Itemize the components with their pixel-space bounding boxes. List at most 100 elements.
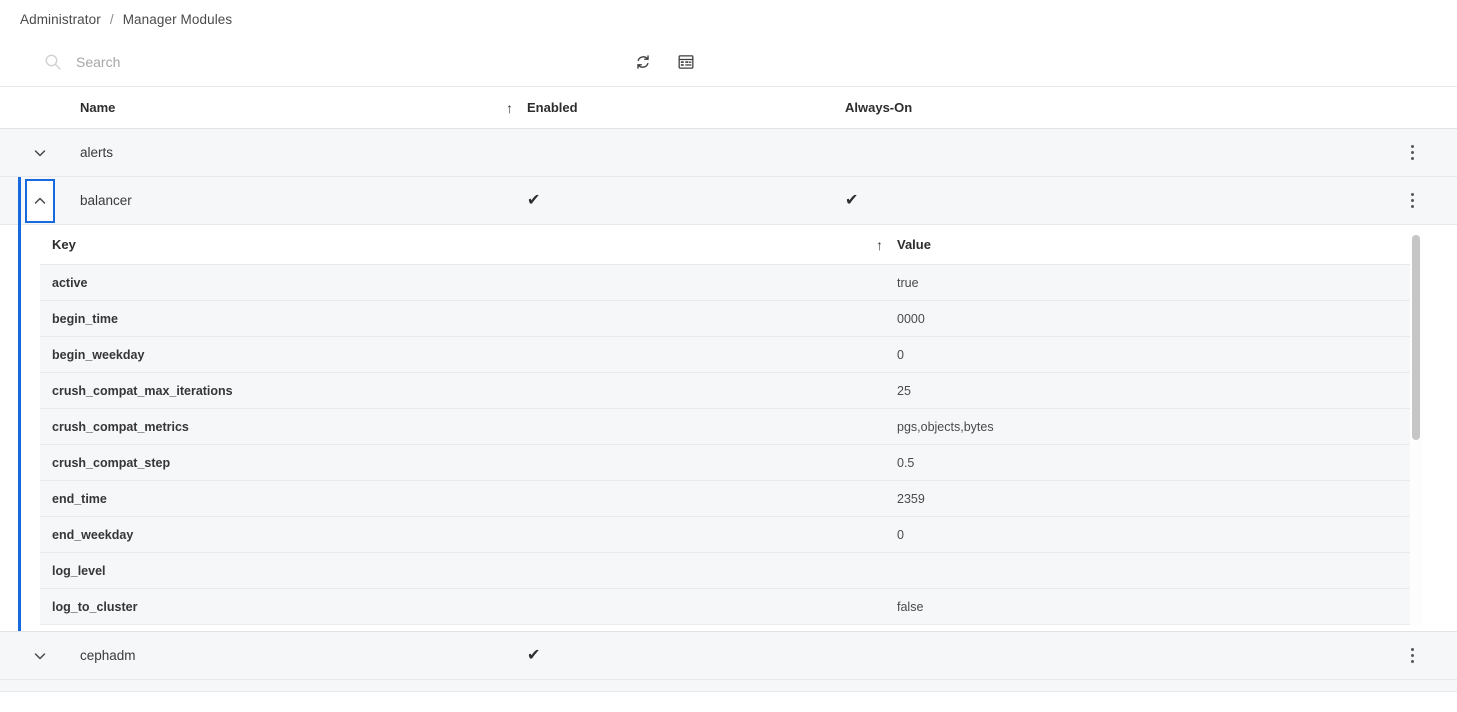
breadcrumb-current: Manager Modules <box>122 11 233 27</box>
header-name[interactable]: Name ↑ <box>80 100 527 116</box>
refresh-icon <box>634 53 652 71</box>
expanded-panel-accent-bar <box>18 225 21 631</box>
row-expander-cell <box>0 634 80 678</box>
table-row[interactable]: alerts <box>0 129 1457 177</box>
row-menu-button[interactable] <box>1399 641 1425 671</box>
refresh-button[interactable] <box>629 48 657 76</box>
details-key: log_level <box>52 563 106 578</box>
details-row[interactable]: log_to_cluster false <box>40 589 1420 625</box>
details-key: active <box>52 275 88 290</box>
row-always-on-cell: ✔ <box>845 191 1265 209</box>
row-actions-cell <box>1265 641 1457 671</box>
details-row[interactable]: begin_time 0000 <box>40 301 1420 337</box>
kebab-dot <box>1410 660 1414 663</box>
details-header-key[interactable]: Key ↑ <box>40 237 897 253</box>
enabled-check-icon: ✔ <box>527 646 541 664</box>
details-body: active true begin_time 0000 begin_weekda… <box>40 265 1420 625</box>
details-header-row: Key ↑ Value <box>40 225 1422 265</box>
breadcrumb-separator: / <box>109 11 114 27</box>
row-actions-cell <box>1265 138 1457 168</box>
details-scroll-area[interactable]: active true begin_time 0000 begin_weekda… <box>40 265 1422 631</box>
expand-row-button[interactable] <box>25 634 55 678</box>
expand-row-button[interactable] <box>25 131 55 175</box>
kebab-dot <box>1410 205 1414 208</box>
enabled-check-icon: ✔ <box>527 191 541 209</box>
collapse-row-button[interactable] <box>25 178 55 223</box>
search-box[interactable] <box>44 45 564 79</box>
kebab-dot <box>1410 151 1414 154</box>
table-header-row: Name ↑ Enabled Always-On <box>0 87 1457 129</box>
details-row[interactable]: crush_compat_step 0.5 <box>40 445 1420 481</box>
header-always-on[interactable]: Always-On <box>845 100 1265 115</box>
table-row[interactable]: cephadm ✔ <box>0 632 1457 680</box>
always-on-check-icon: ✔ <box>845 191 859 209</box>
details-value: false <box>897 599 924 614</box>
module-details-panel: Key ↑ Value active true begin_time 0000 <box>0 225 1457 632</box>
chevron-up-icon <box>33 194 47 208</box>
sort-ascending-icon[interactable]: ↑ <box>506 100 513 116</box>
details-row[interactable]: end_time 2359 <box>40 481 1420 517</box>
details-table: Key ↑ Value active true begin_time 0000 <box>40 225 1422 631</box>
manager-modules-table: Name ↑ Enabled Always-On alerts balancer… <box>0 86 1457 692</box>
row-expander-cell <box>0 131 80 175</box>
search-icon <box>44 53 62 71</box>
details-value: 0000 <box>897 311 925 326</box>
details-header-value[interactable]: Value <box>897 237 1422 252</box>
details-value: true <box>897 275 919 290</box>
table-row[interactable]: balancer ✔ ✔ <box>0 177 1457 225</box>
details-row[interactable]: crush_compat_max_iterations 25 <box>40 373 1420 409</box>
row-name-cell: balancer <box>80 193 527 208</box>
row-enabled-cell <box>527 145 845 160</box>
module-name: balancer <box>80 193 132 208</box>
details-row[interactable]: active true <box>40 265 1420 301</box>
module-name: cephadm <box>80 648 136 663</box>
details-row[interactable]: end_weekday 0 <box>40 517 1420 553</box>
toolbar <box>0 38 1457 86</box>
details-vertical-scrollbar[interactable] <box>1410 235 1422 625</box>
search-input[interactable] <box>76 47 496 77</box>
row-menu-button[interactable] <box>1399 138 1425 168</box>
details-value: 0.5 <box>897 455 915 470</box>
details-key: crush_compat_step <box>52 455 171 470</box>
details-row[interactable]: log_level <box>40 553 1420 589</box>
module-name: alerts <box>80 145 114 160</box>
kebab-dot <box>1410 648 1414 651</box>
selected-row-accent-bar <box>18 177 21 225</box>
chevron-down-icon <box>33 649 47 663</box>
details-value: pgs,objects,bytes <box>897 419 994 434</box>
row-always-on-cell <box>845 648 1265 663</box>
kebab-dot <box>1410 157 1414 160</box>
row-menu-button[interactable] <box>1399 186 1425 216</box>
row-name-cell: alerts <box>80 145 527 160</box>
kebab-dot <box>1410 193 1414 196</box>
row-expander-cell <box>0 178 80 223</box>
row-name-cell: cephadm <box>80 648 527 663</box>
breadcrumb-root[interactable]: Administrator <box>20 12 101 27</box>
row-enabled-cell: ✔ <box>527 191 845 209</box>
row-actions-cell <box>1265 186 1457 216</box>
details-key: end_time <box>52 491 107 506</box>
row-always-on-cell <box>845 145 1265 160</box>
table-row-partial <box>0 680 1457 692</box>
kebab-dot <box>1410 199 1414 202</box>
chevron-down-icon <box>33 146 47 160</box>
details-key: crush_compat_max_iterations <box>52 383 233 398</box>
breadcrumb: Administrator / Manager Modules <box>0 0 1457 38</box>
table-columns-button[interactable] <box>672 48 700 76</box>
details-value: 2359 <box>897 491 925 506</box>
header-enabled[interactable]: Enabled <box>527 100 845 115</box>
row-enabled-cell: ✔ <box>527 646 845 664</box>
details-value: 0 <box>897 347 904 362</box>
header-name-label: Name <box>80 100 116 115</box>
details-scrollbar-thumb[interactable] <box>1412 235 1420 440</box>
kebab-dot <box>1410 145 1414 148</box>
details-key: crush_compat_metrics <box>52 419 189 434</box>
details-key: log_to_cluster <box>52 599 138 614</box>
details-sort-ascending-icon[interactable]: ↑ <box>876 237 883 253</box>
details-value: 0 <box>897 527 904 542</box>
table-columns-icon <box>677 53 695 71</box>
details-key: begin_time <box>52 311 118 326</box>
details-row[interactable]: begin_weekday 0 <box>40 337 1420 373</box>
details-row[interactable]: crush_compat_metrics pgs,objects,bytes <box>40 409 1420 445</box>
details-header-key-label: Key <box>52 237 76 252</box>
